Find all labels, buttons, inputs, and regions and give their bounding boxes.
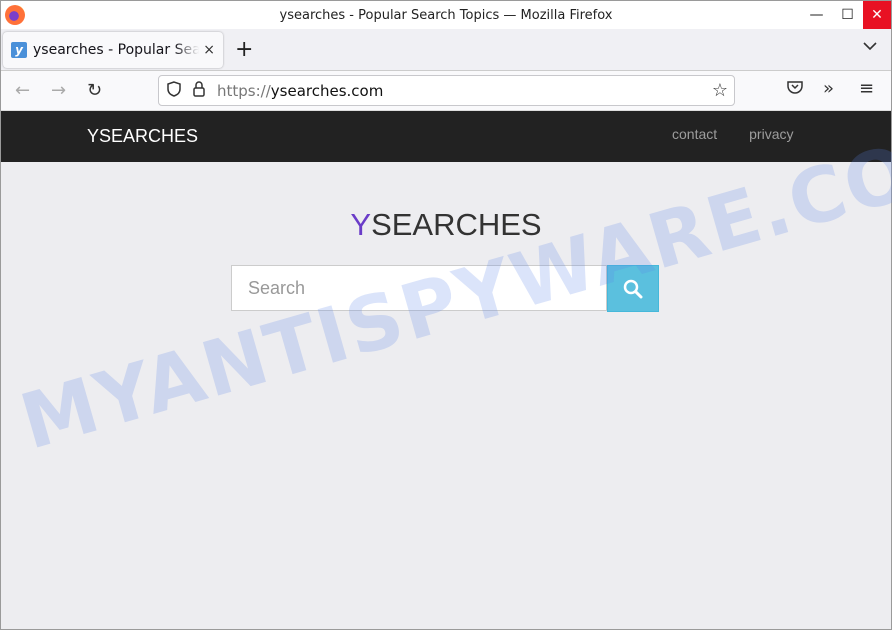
search-button[interactable] xyxy=(607,265,659,312)
nav-contact-link[interactable]: contact xyxy=(672,126,717,142)
nav-privacy-link[interactable]: privacy xyxy=(749,126,793,142)
site-brand-link[interactable]: YSEARCHES xyxy=(87,126,198,147)
reload-button[interactable]: ↻ xyxy=(87,80,102,101)
url-scheme: https:// xyxy=(217,81,271,100)
search-icon xyxy=(623,279,643,298)
search-form xyxy=(231,265,659,312)
logo-y: Y xyxy=(350,207,372,242)
logo-text: SEARCHES xyxy=(371,207,542,242)
forward-button[interactable]: → xyxy=(51,80,66,101)
tab-title: ysearches - Popular Search Topics xyxy=(33,42,200,58)
list-all-tabs-button[interactable] xyxy=(863,39,877,55)
shield-icon[interactable] xyxy=(167,80,181,101)
firefox-logo-icon xyxy=(5,5,25,25)
new-tab-button[interactable]: + xyxy=(235,37,253,62)
back-button[interactable]: ← xyxy=(15,80,30,101)
chevron-down-icon xyxy=(863,42,877,51)
maximize-button[interactable]: ☐ xyxy=(832,1,863,29)
bookmark-star-icon[interactable]: ☆ xyxy=(712,80,728,101)
search-input[interactable] xyxy=(231,265,607,311)
navigation-toolbar: ← → ↻ https://ysearches.com ☆ » ≡ xyxy=(1,71,891,111)
app-menu-button[interactable]: ≡ xyxy=(859,78,874,99)
site-logo: YSEARCHES xyxy=(1,207,891,243)
minimize-button[interactable]: — xyxy=(801,1,832,29)
close-tab-button[interactable]: × xyxy=(203,42,215,58)
url-host: ysearches.com xyxy=(270,81,384,100)
overflow-menu-button[interactable]: » xyxy=(823,78,834,99)
main-content: YSEARCHES xyxy=(1,162,891,628)
lock-icon[interactable] xyxy=(193,80,205,101)
window-titlebar: ysearches - Popular Search Topics — Mozi… xyxy=(1,1,891,29)
window-title: ysearches - Popular Search Topics — Mozi… xyxy=(279,7,613,23)
pocket-icon[interactable] xyxy=(787,80,803,98)
favicon-icon: y xyxy=(11,42,27,58)
close-window-button[interactable]: ✕ xyxy=(863,1,891,29)
tab-ysearches[interactable]: y ysearches - Popular Search Topics × xyxy=(3,32,223,68)
site-navbar: YSEARCHES contact privacy xyxy=(1,111,891,162)
tab-bar: y ysearches - Popular Search Topics × + xyxy=(1,29,891,71)
url-bar[interactable]: https://ysearches.com ☆ xyxy=(158,75,735,106)
